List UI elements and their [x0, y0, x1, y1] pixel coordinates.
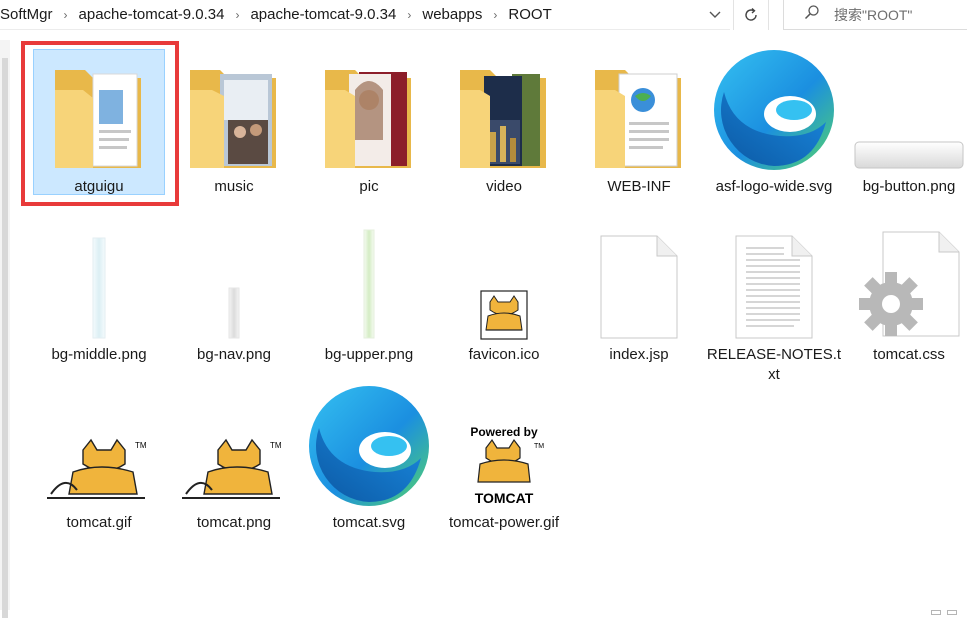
file-item-web-inf[interactable]: WEB-INF [571, 42, 707, 204]
file-item-video[interactable]: video [436, 42, 572, 204]
tomcat-cat-icon [436, 210, 572, 340]
file-item-tomcat-png[interactable]: TM tomcat.png [166, 378, 302, 540]
image-thumbnail-icon [166, 210, 302, 340]
navigation-bar: SoftMgr › apache-tomcat-9.0.34 › apache-… [0, 0, 967, 33]
file-name: bg-middle.png [51, 346, 147, 363]
image-thumbnail-icon [301, 210, 437, 340]
tomcat-powered-by-icon: Powered by TOMCAT TM [436, 378, 572, 508]
tomcat-cat-icon: TM [166, 378, 302, 508]
tomcat-cat-icon: TM [31, 378, 167, 508]
file-name: video [486, 178, 522, 195]
navigation-pane-scrollbar[interactable] [0, 40, 10, 618]
image-thumbnail-icon [841, 42, 967, 172]
address-bar[interactable]: SoftMgr › apache-tomcat-9.0.34 › apache-… [0, 0, 730, 30]
file-name: tomcat.css [873, 346, 945, 363]
powered-by-text: Powered by [470, 425, 538, 439]
file-item-tomcat-svg[interactable]: tomcat.svg [301, 378, 437, 540]
breadcrumb-softmgr[interactable]: SoftMgr [0, 6, 53, 23]
breadcrumb-apache-tomcat-outer[interactable]: apache-tomcat-9.0.34 [79, 6, 225, 23]
edge-browser-icon [706, 42, 842, 172]
file-item-bg-upper-png[interactable]: bg-upper.png [301, 210, 437, 372]
refresh-icon[interactable] [733, 0, 769, 30]
breadcrumb-separator[interactable]: › [53, 8, 79, 22]
file-item-atguigu[interactable]: atguigu [31, 42, 167, 204]
file-name: tomcat.png [196, 514, 272, 531]
image-thumbnail-icon [31, 210, 167, 340]
details-view-icon[interactable] [931, 610, 941, 615]
file-item-tomcat-gif[interactable]: TM tomcat.gif [31, 378, 167, 540]
file-name: tomcat.svg [332, 514, 406, 531]
folder-icon [571, 42, 707, 172]
file-item-bg-middle-png[interactable]: bg-middle.png [31, 210, 167, 372]
view-toggle[interactable] [917, 610, 957, 616]
edge-browser-icon [301, 378, 437, 508]
file-name: asf-logo-wide.svg [715, 178, 833, 195]
file-item-release-notes-txt[interactable]: RELEASE-NOTES.txt [706, 210, 842, 383]
search-input[interactable]: 搜索"ROOT" [834, 5, 912, 25]
file-item-bg-button-png[interactable]: bg-button.png [841, 42, 967, 204]
chevron-down-icon[interactable] [700, 0, 730, 30]
folder-icon [166, 42, 302, 172]
css-gear-file-icon [841, 210, 967, 340]
breadcrumb-apache-tomcat-inner[interactable]: apache-tomcat-9.0.34 [250, 6, 396, 23]
file-name: bg-button.png [862, 178, 956, 195]
file-item-favicon-ico[interactable]: favicon.ico [436, 210, 572, 372]
folder-icon [436, 42, 572, 172]
breadcrumb-root[interactable]: ROOT [508, 6, 551, 23]
file-item-bg-nav-png[interactable]: bg-nav.png [166, 210, 302, 372]
folder-icon [301, 42, 437, 172]
trademark-mark: TM [270, 441, 282, 450]
file-item-tomcat-css[interactable]: tomcat.css [841, 210, 967, 372]
breadcrumb-separator[interactable]: › [396, 8, 422, 22]
file-item-tomcat-power-gif[interactable]: Powered by TOMCAT TM tomcat-power.gif [436, 378, 572, 540]
document-icon [571, 210, 707, 340]
file-name: favicon.ico [468, 346, 540, 363]
large-icons-view-icon[interactable] [947, 610, 957, 615]
file-item-pic[interactable]: pic [301, 42, 437, 204]
file-name: tomcat.gif [66, 514, 132, 531]
file-name: RELEASE-NOTES.txt [706, 346, 842, 383]
breadcrumb-separator[interactable]: › [224, 8, 250, 22]
file-item-index-jsp[interactable]: index.jsp [571, 210, 707, 372]
breadcrumb-separator[interactable]: › [482, 8, 508, 22]
file-name: tomcat-power.gif [448, 514, 560, 531]
file-name: index.jsp [609, 346, 669, 363]
trademark-mark: TM [534, 443, 544, 450]
search-icon [804, 4, 826, 25]
folder-icon [31, 42, 167, 172]
file-name: pic [359, 178, 379, 195]
tomcat-text: TOMCAT [475, 490, 534, 506]
text-file-icon [706, 210, 842, 340]
file-name: WEB-INF [607, 178, 671, 195]
scrollbar-thumb[interactable] [2, 58, 8, 618]
breadcrumb-webapps[interactable]: webapps [422, 6, 482, 23]
file-item-music[interactable]: music [166, 42, 302, 204]
file-name: bg-upper.png [324, 346, 414, 363]
file-item-asf-logo-wide-svg[interactable]: asf-logo-wide.svg [706, 42, 842, 204]
file-name: music [214, 178, 254, 195]
trademark-mark: TM [135, 441, 147, 450]
file-name: atguigu [74, 178, 124, 195]
search-box[interactable]: 搜索"ROOT" [783, 0, 967, 30]
file-name: bg-nav.png [197, 346, 271, 363]
